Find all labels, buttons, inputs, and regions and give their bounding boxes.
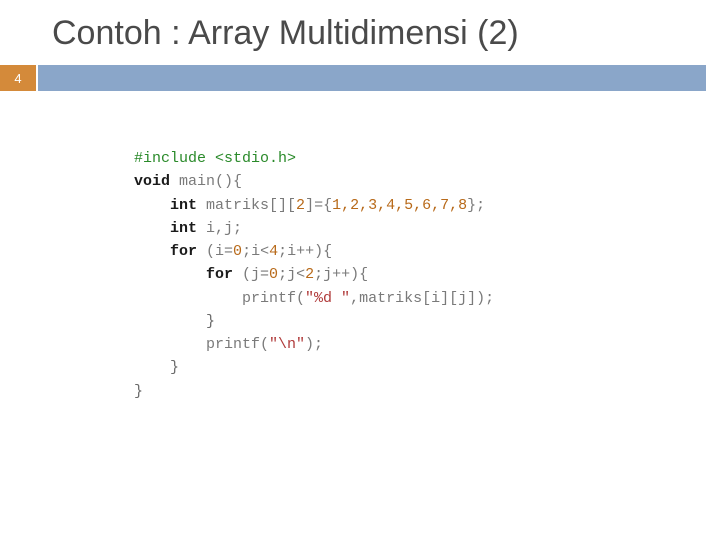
num: 0: [269, 266, 278, 283]
for-b: ;j<: [278, 266, 305, 283]
args: );: [305, 336, 323, 353]
brace: }: [206, 313, 215, 330]
code-line: for (i=0;i<4;i++){: [134, 240, 720, 263]
keyword-for: for: [206, 266, 242, 283]
header-band: 4: [0, 65, 706, 91]
for-a: (i=: [206, 243, 233, 260]
for-b: ;i<: [242, 243, 269, 260]
preprocessor: #include <stdio.h>: [134, 150, 296, 167]
slide-title: Contoh : Array Multidimensi (2): [0, 0, 720, 65]
code-line: for (j=0;j<2;j++){: [134, 263, 720, 286]
keyword-for: for: [170, 243, 206, 260]
fn-main: main(){: [179, 173, 242, 190]
string: "\n": [269, 336, 305, 353]
decl-ij: i,j;: [206, 220, 242, 237]
keyword-void: void: [134, 173, 179, 190]
for-c: ;j++){: [314, 266, 368, 283]
code-line: }: [134, 380, 720, 403]
keyword-int: int: [170, 220, 206, 237]
code-block: #include <stdio.h> void main(){ int matr…: [0, 91, 720, 403]
page-number-chip: 4: [0, 65, 36, 91]
fn-printf: printf(: [206, 336, 269, 353]
code-line: int i,j;: [134, 217, 720, 240]
nums: 1,2,3,4,5,6,7,8: [332, 197, 467, 214]
num: 0: [233, 243, 242, 260]
decl-a: matriks[][: [206, 197, 296, 214]
decl-c: };: [467, 197, 485, 214]
header-band-fill: [38, 65, 706, 91]
brace: }: [134, 383, 143, 400]
keyword-int: int: [170, 197, 206, 214]
string: "%d ": [305, 290, 350, 307]
code-line: printf("%d ",matriks[i][j]);: [134, 287, 720, 310]
for-a: (j=: [242, 266, 269, 283]
code-line: int matriks[][2]={1,2,3,4,5,6,7,8};: [134, 194, 720, 217]
code-line: void main(){: [134, 170, 720, 193]
code-line: #include <stdio.h>: [134, 147, 720, 170]
code-line: }: [134, 310, 720, 333]
decl-b: ]={: [305, 197, 332, 214]
args: ,matriks[i][j]);: [350, 290, 494, 307]
code-line: }: [134, 356, 720, 379]
num: 4: [269, 243, 278, 260]
num: 2: [296, 197, 305, 214]
num: 2: [305, 266, 314, 283]
brace: }: [170, 359, 179, 376]
code-line: printf("\n");: [134, 333, 720, 356]
for-c: ;i++){: [278, 243, 332, 260]
fn-printf: printf(: [242, 290, 305, 307]
